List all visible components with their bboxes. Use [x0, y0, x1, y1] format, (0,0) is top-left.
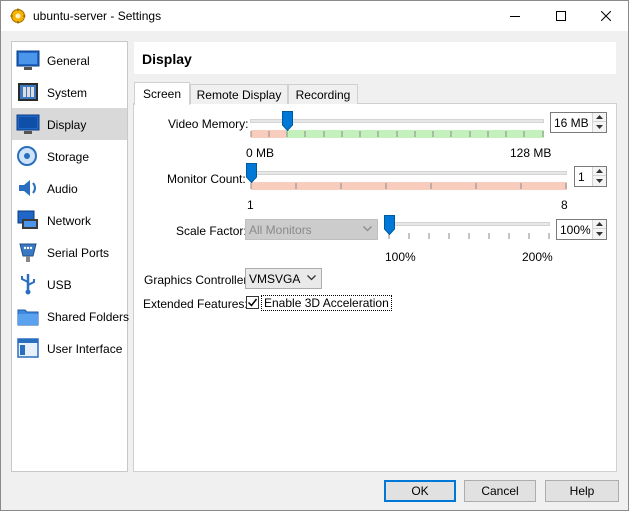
cancel-button[interactable]: Cancel [464, 480, 536, 502]
sidebar-item-network[interactable]: Network [12, 204, 127, 236]
storage-icon [16, 144, 40, 168]
video-memory-increase[interactable] [593, 113, 606, 122]
monitor-count-increase[interactable] [593, 167, 606, 176]
monitor-count-ticks [250, 183, 567, 189]
virtualbox-app-icon [10, 8, 26, 24]
video-memory-value: 16 MB [554, 116, 589, 130]
video-memory-min-label: 0 MB [246, 146, 275, 160]
sidebar-item-usb[interactable]: USB [12, 268, 127, 300]
scale-factor-ticks [388, 233, 550, 239]
window-title: ubuntu-server - Settings [33, 9, 162, 23]
close-icon [601, 11, 611, 21]
video-memory-track [250, 119, 544, 123]
title-bar: ubuntu-server - Settings [1, 1, 628, 31]
scale-monitor-select[interactable]: All Monitors [245, 219, 378, 240]
page-header: Display [134, 42, 616, 74]
sidebar-item-audio[interactable]: Audio [12, 172, 127, 204]
enable-3d-checkbox[interactable] [246, 296, 259, 309]
settings-sidebar: General System Display Storage Audio Net… [11, 41, 129, 472]
chevron-down-icon [596, 124, 603, 129]
chevron-up-icon [596, 169, 603, 173]
chevron-down-icon [596, 178, 603, 183]
sidebar-item-shared-folders[interactable]: Shared Folders [12, 300, 129, 332]
ok-button[interactable]: OK [384, 480, 456, 502]
minimize-button[interactable] [492, 1, 538, 31]
monitor-count-decrease[interactable] [593, 176, 606, 185]
tab-recording[interactable]: Recording [288, 84, 358, 104]
scale-factor-label: Scale Factor: [176, 224, 247, 238]
video-memory-max-label: 128 MB [510, 146, 552, 160]
user-interface-icon [16, 336, 40, 360]
chevron-up-icon [596, 222, 603, 226]
monitor-count-value: 1 [578, 170, 585, 184]
scale-factor-spinbox[interactable]: 100% [556, 219, 607, 240]
enable-3d-label[interactable]: Enable 3D Acceleration [261, 295, 392, 311]
monitor-count-spinbox[interactable]: 1 [574, 166, 607, 187]
video-memory-decrease[interactable] [593, 122, 606, 131]
chevron-up-icon [596, 115, 603, 119]
scale-factor-value: 100% [560, 223, 591, 237]
scale-factor-slider-thumb[interactable] [384, 215, 395, 235]
video-memory-ticks [250, 131, 544, 137]
maximize-button[interactable] [538, 1, 584, 31]
monitor-count-label: Monitor Count: [167, 172, 246, 186]
monitor-count-min-label: 1 [247, 198, 254, 212]
general-icon [16, 48, 40, 72]
monitor-count-slider-thumb[interactable] [246, 163, 257, 183]
tab-remote-display[interactable]: Remote Display [190, 84, 288, 104]
close-button[interactable] [583, 1, 629, 31]
page-title: Display [142, 51, 192, 67]
scale-factor-track [385, 222, 550, 226]
audio-icon [16, 176, 40, 200]
scale-factor-min-label: 100% [385, 250, 416, 264]
sidebar-item-display[interactable]: Display [12, 108, 127, 140]
checkmark-icon [247, 298, 258, 307]
extended-features-label: Extended Features: [143, 297, 248, 311]
display-icon [16, 112, 40, 136]
minimize-icon [510, 16, 520, 17]
serial-ports-icon [16, 240, 40, 264]
chevron-down-icon [307, 275, 316, 281]
sidebar-item-system[interactable]: System [12, 76, 127, 108]
graphics-controller-label: Graphics Controller: [144, 273, 251, 287]
usb-icon [16, 272, 40, 296]
monitor-count-track [250, 171, 567, 175]
sidebar-item-serial-ports[interactable]: Serial Ports [12, 236, 127, 268]
settings-window: ubuntu-server - Settings General System [0, 0, 629, 511]
scale-factor-max-label: 200% [522, 250, 553, 264]
network-icon [16, 208, 40, 232]
sidebar-item-storage[interactable]: Storage [12, 140, 127, 172]
graphics-controller-select[interactable]: VMSVGA [245, 268, 322, 289]
scale-factor-increase[interactable] [593, 220, 606, 229]
monitor-count-max-label: 8 [561, 198, 568, 212]
sidebar-item-general[interactable]: General [12, 44, 127, 76]
video-memory-label: Video Memory: [168, 117, 249, 131]
scale-factor-decrease[interactable] [593, 229, 606, 238]
chevron-down-icon [596, 231, 603, 236]
shared-folders-icon [16, 304, 40, 328]
maximize-icon [556, 11, 566, 21]
tab-screen[interactable]: Screen [134, 82, 190, 105]
system-icon [16, 80, 40, 104]
sidebar-item-user-interface[interactable]: User Interface [12, 332, 127, 364]
video-memory-spinbox[interactable]: 16 MB [550, 112, 607, 133]
video-memory-slider-thumb[interactable] [282, 111, 293, 131]
help-button[interactable]: Help [545, 480, 619, 502]
chevron-down-icon [363, 226, 372, 232]
